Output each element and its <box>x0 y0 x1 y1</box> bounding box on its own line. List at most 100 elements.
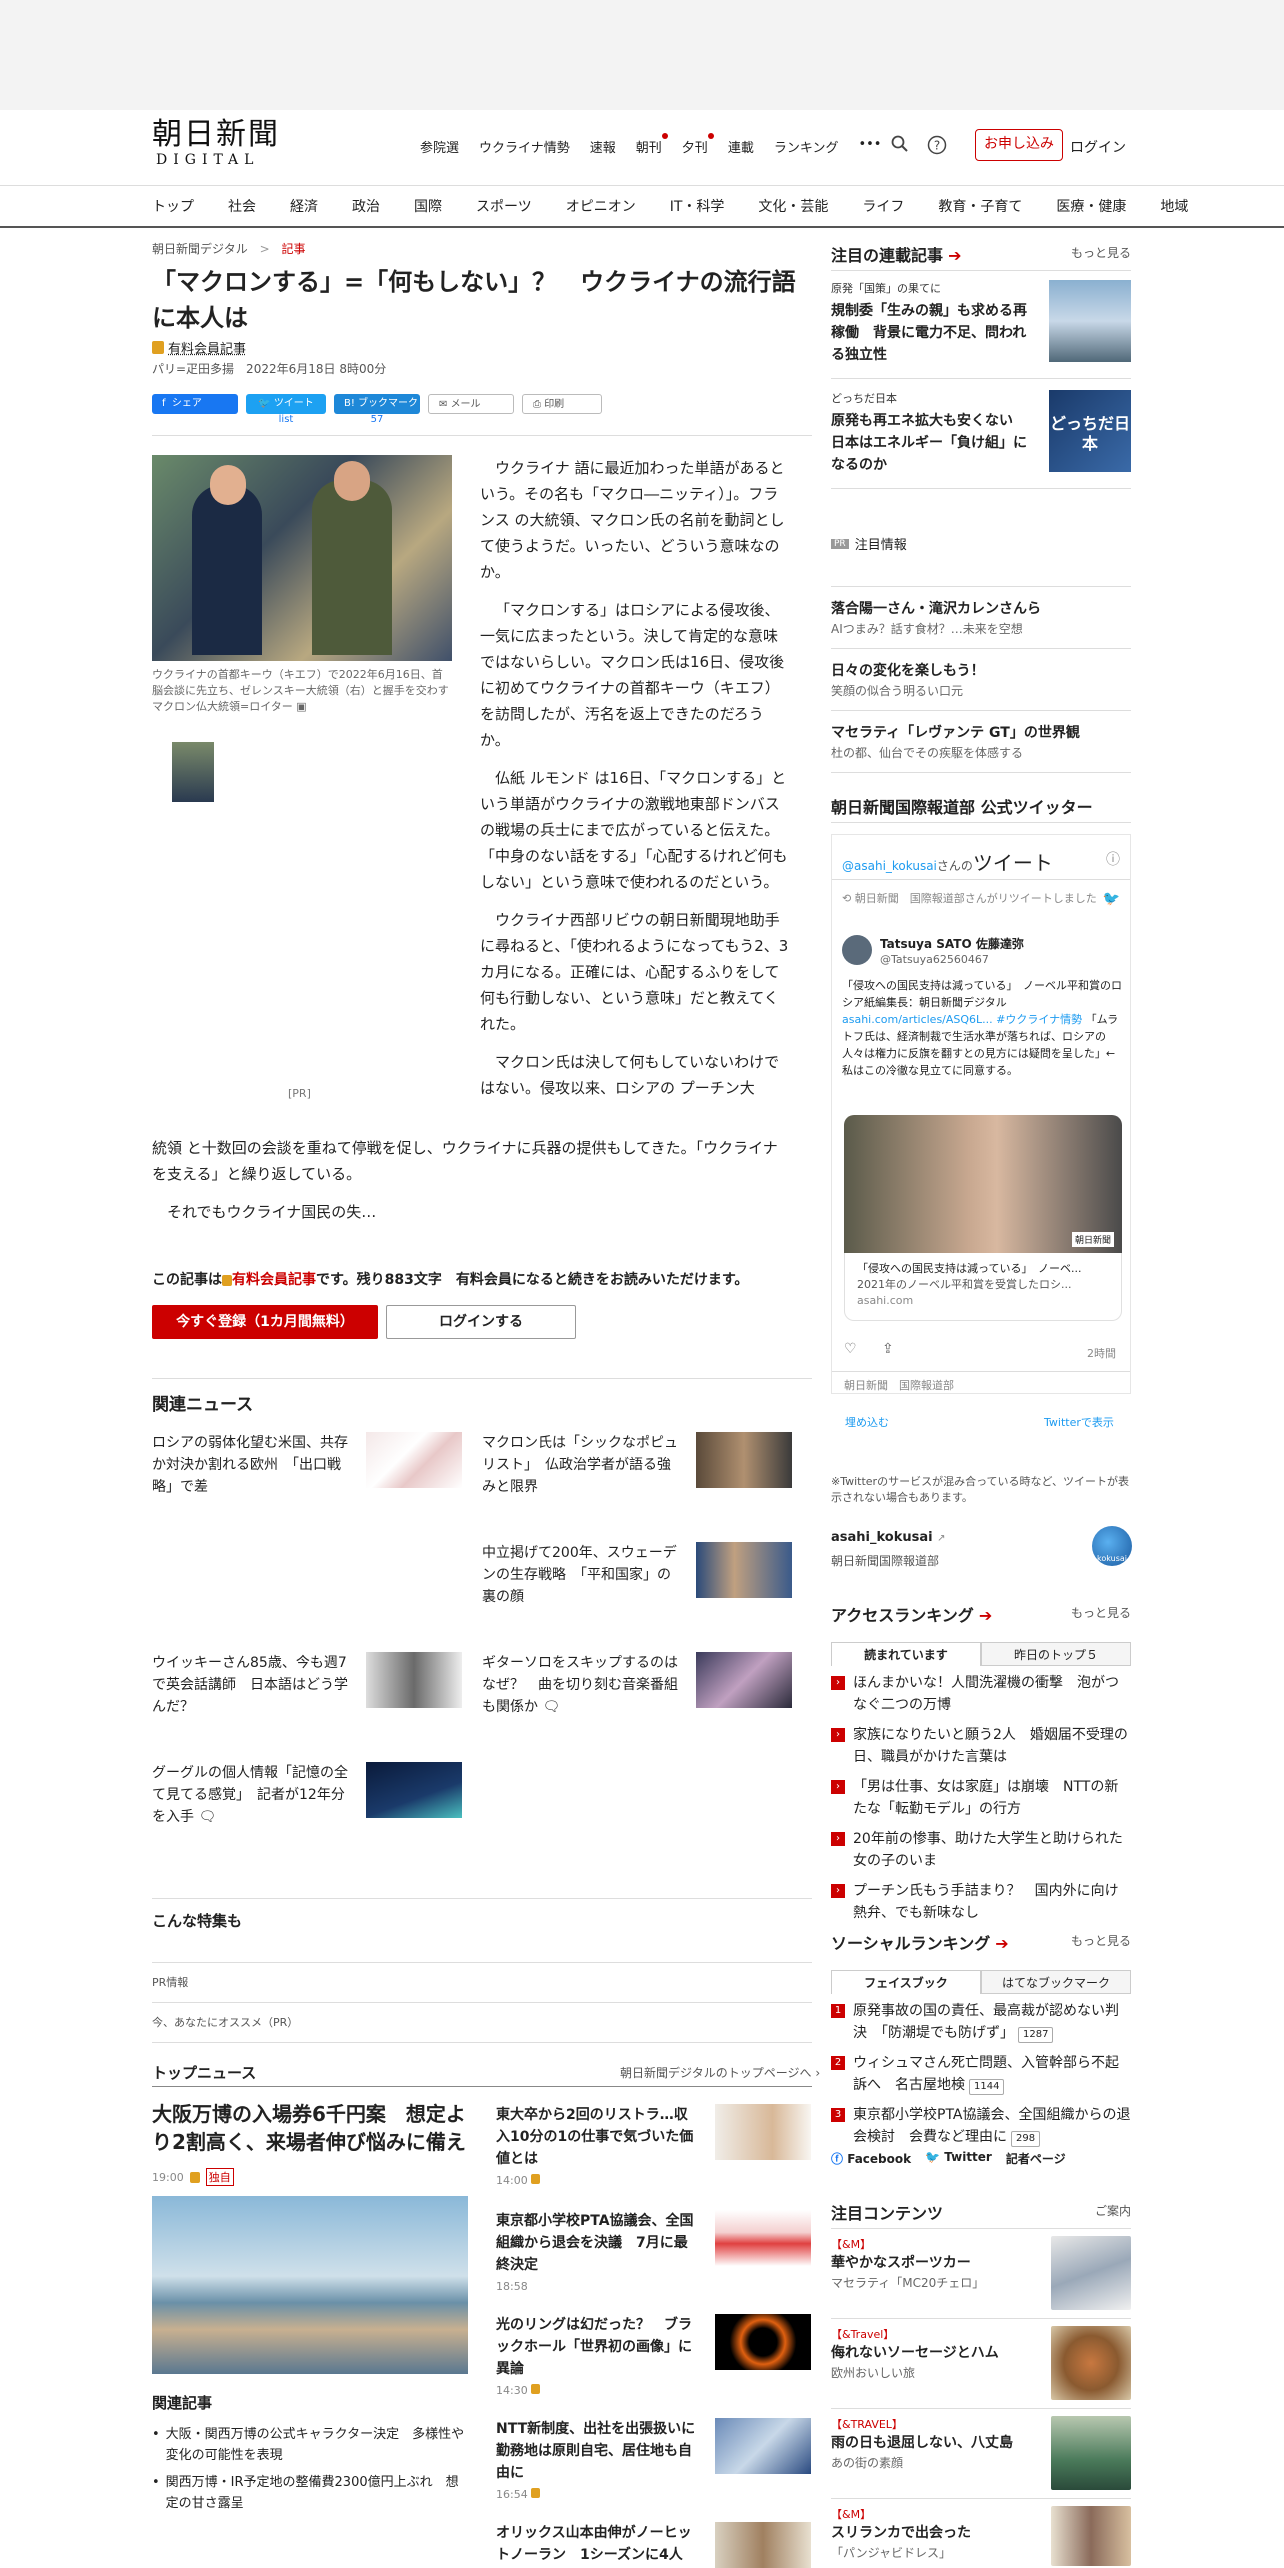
series-more-link[interactable]: もっと見る <box>1071 244 1131 261</box>
tab-yesterday[interactable]: 昨日のトップ５ <box>981 1642 1131 1666</box>
topnav-item[interactable]: 夕刊 <box>682 133 714 156</box>
photo-thumbnail[interactable] <box>172 742 214 802</box>
category-item[interactable]: 国際 <box>414 196 442 216</box>
mail-button[interactable]: ✉ メール <box>428 394 514 414</box>
tweet-author-name[interactable]: Tatsuya SATO 佐藤達弥 <box>880 935 1024 952</box>
facebook-share-button[interactable]: f シェア <box>152 394 238 414</box>
topnews-item[interactable]: 東大卒から2回のリストラ…収入10分の1の仕事で気づいた価値とは 14:00 <box>496 2104 811 2187</box>
pr-item[interactable]: 日々の変化を楽しもう！ 笑顔の似合う明るい口元 <box>831 660 1131 699</box>
paid-label-text[interactable]: 有料会員記事 <box>168 338 246 357</box>
pr-item[interactable]: マセラティ「レヴァンテ GT」の世界観 杜の都、仙台でその疾駆を体感する <box>831 722 1131 761</box>
tweet-link[interactable]: asahi.com/articles/ASQ6L... <box>842 1013 993 1026</box>
ranking-item[interactable]: 1 原発事故の国の責任、最高裁が認めない判決 「防潮堤でも防げず」 1287 <box>831 2000 1131 2044</box>
topnews-item[interactable]: NTT新制度、出社を出張扱いに 勤務地は原則自宅、居住地も自由に 16:54 <box>496 2418 811 2501</box>
kokusai-badge[interactable]: kokusai <box>1092 1526 1132 1566</box>
topnews-link[interactable]: 朝日新聞デジタルのトップページへ › <box>620 2064 820 2081</box>
category-item[interactable]: 経済 <box>290 196 318 216</box>
print-button[interactable]: ⎙ 印刷 <box>522 394 602 414</box>
content-item[interactable]: 【&M】 スリランカで出会った 「パンジャビドレス」 <box>831 2506 1131 2566</box>
tweet-count[interactable]: list <box>246 414 326 425</box>
topnews-item[interactable]: 東京都小学校PTA協議会、全国組織から退会を決議 7月に最終決定 18:58 <box>496 2210 811 2293</box>
topnews-item[interactable]: 光のリングは幻だった？ ブラックホール「世界初の画像」に異論 14:30 <box>496 2314 811 2397</box>
ranking-item[interactable]: › 「男は仕事、女は家庭」は崩壊 NTTの新たな「転勤モデル」の行方 <box>831 1776 1131 1820</box>
reporter-page-link[interactable]: 記者ページ <box>1006 2150 1066 2167</box>
access-ranking-heading[interactable]: アクセスランキング <box>831 1606 974 1625</box>
topnav-item[interactable]: ランキング <box>774 137 839 156</box>
avatar[interactable] <box>842 935 872 965</box>
tweet-button[interactable]: 🐦 ツイート <box>246 394 326 414</box>
category-item[interactable]: 教育・子育て <box>938 196 1022 216</box>
category-item[interactable]: ライフ <box>862 196 904 216</box>
category-item[interactable]: スポーツ <box>476 196 532 216</box>
register-button[interactable]: 今すぐ登録（1カ月間無料） <box>152 1305 378 1339</box>
search-icon[interactable] <box>889 135 911 157</box>
tweet-hashtag[interactable]: #ウクライナ情勢 <box>996 1013 1082 1026</box>
series-item[interactable]: どっちだ日本 原発も再エネ拡大も安くない 日本はエネルギー「負け組」になるのか … <box>831 390 1131 480</box>
twitter-link[interactable]: 🐦 Twitter <box>925 2150 992 2167</box>
related-item[interactable]: 中立掲げて200年、スウェーデンの生存戦略 「平和国家」の裏の顔 <box>482 1542 812 1622</box>
related-item[interactable]: グーグルの個人情報「記憶の全て見てる感覚」 記者が12年分を入手 🗨 <box>152 1762 482 1842</box>
series-item[interactable]: 原発「国策」の果てに 規制委「生みの親」も求める再稼働 背景に電力不足、問われる… <box>831 280 1131 370</box>
bookmark-button[interactable]: B! ブックマーク <box>334 394 420 414</box>
ranking-item[interactable]: 2 ウィシュマさん死亡問題、入管幹部ら不起訴へ 名古屋地検 1144 <box>831 2052 1131 2096</box>
tweet-time[interactable]: 2時間 <box>1087 1345 1116 1361</box>
view-on-twitter-link[interactable]: Twitterで表示 <box>1044 1414 1114 1430</box>
tweet-card-image[interactable]: 朝日新聞 <box>844 1115 1122 1253</box>
topnav-item[interactable]: 参院選 <box>420 137 459 156</box>
share-icon[interactable]: ⇪ <box>882 1341 894 1357</box>
login-button[interactable]: ログインする <box>386 1305 576 1339</box>
ranking-item[interactable]: › 20年前の惨事、助けた大学生と助けられた女の子のいま <box>831 1828 1131 1872</box>
paywall-link[interactable]: 有料会員記事 <box>232 1272 316 1288</box>
site-logo[interactable]: 朝日新聞 DIGITAL <box>152 118 292 178</box>
category-item[interactable]: トップ <box>152 196 194 216</box>
help-icon[interactable]: ? <box>926 135 948 157</box>
tab-facebook[interactable]: フェイスブック <box>831 1970 981 1994</box>
related-item[interactable]: マクロン氏は「シックなポピュリスト」 仏政治学者が語る強みと限界 <box>482 1432 812 1512</box>
related-item[interactable]: ギターソロをスキップするのはなぜ？ 曲を切り刻む音楽番組も関係か 🗨 <box>482 1652 812 1732</box>
tab-hatena[interactable]: はてなブックマーク <box>981 1970 1131 1994</box>
ranking-item[interactable]: › プーチン氏もう手詰まり？ 国内外に向け熱弁、でも新味なし <box>831 1880 1131 1924</box>
gallery-icon[interactable]: ▣ <box>296 700 306 713</box>
topnav-item[interactable]: 朝刊 <box>636 133 668 156</box>
twitter-handle[interactable]: @asahi_kokusai <box>842 859 937 873</box>
twitter-account-name[interactable]: asahi_kokusai ↗ <box>831 1530 1131 1545</box>
subscribe-button[interactable]: お申し込み <box>975 129 1063 161</box>
breadcrumb-current[interactable]: 記事 <box>281 242 305 256</box>
related-item[interactable]: ロシアの弱体化望む米国、共存か対決か割れる欧州 「出口戦略」で差 <box>152 1432 482 1512</box>
login-link[interactable]: ログイン <box>1070 137 1126 157</box>
access-more-link[interactable]: もっと見る <box>1071 1604 1131 1621</box>
pr-item[interactable]: 落合陽一さん・滝沢カレンさんら AIつまみ？話す食材？…未来を空想 <box>831 598 1131 637</box>
topnews-related-item[interactable]: • 関西万博・IR予定地の整備費2300億円上ぶれ 想定の甘さ露呈 <box>152 2472 468 2514</box>
category-item[interactable]: オピニオン <box>566 196 636 216</box>
category-item[interactable]: 文化・芸能 <box>758 196 828 216</box>
topnews-main-image[interactable] <box>152 2196 468 2374</box>
info-icon[interactable]: ⓘ <box>1106 849 1120 869</box>
breadcrumb-home[interactable]: 朝日新聞デジタル <box>152 242 248 256</box>
topnews-main-title[interactable]: 大阪万博の入場券6千円案 想定より2割高く、来場者伸び悩みに備え <box>152 2100 472 2156</box>
ranking-item[interactable]: › ほんまかいな！人間洗濯機の衝撃 泡がつなぐ二つの万博 <box>831 1672 1131 1716</box>
tweet-card[interactable]: 「侵攻への国民支持は減っている」 ノーベ... 2021年のノーベル平和賞を受賞… <box>844 1253 1122 1321</box>
bookmark-count[interactable]: 57 <box>334 414 420 425</box>
topnav-item[interactable]: ウクライナ情勢 <box>479 137 570 156</box>
topnews-item[interactable]: オリックス山本由伸がノーヒットノーラン 1シーズンに4人達 <box>496 2522 811 2568</box>
category-item[interactable]: 地域 <box>1160 196 1188 216</box>
topnav-item[interactable]: 速報 <box>590 137 616 156</box>
tweet-author-handle[interactable]: @Tatsuya62560467 <box>880 953 989 966</box>
category-item[interactable]: 政治 <box>352 196 380 216</box>
ranking-item[interactable]: › 家族になりたいと願う2人 婚姻届不受理の日、職員がかけた言葉は <box>831 1724 1131 1768</box>
topnav-item[interactable]: 連載 <box>728 137 754 156</box>
topnews-related-item[interactable]: • 大阪・関西万博の公式キャラクター決定 多様性や変化の可能性を表現 <box>152 2424 468 2466</box>
more-menu-button[interactable]: ••• <box>858 137 881 156</box>
like-icon[interactable]: ♡ <box>844 1341 857 1357</box>
related-item[interactable]: ウイッキーさん85歳、今も週7で英会話講師 日本語はどう学んだ？ <box>152 1652 482 1732</box>
category-item[interactable]: 医療・健康 <box>1056 196 1126 216</box>
article-photo[interactable] <box>152 455 452 661</box>
ranking-item[interactable]: 3 東京都小学校PTA協議会、全国組織からの退会検討 会費など理由に 298 <box>831 2104 1131 2148</box>
category-item[interactable]: IT・科学 <box>670 196 725 216</box>
facebook-link[interactable]: ⓕ Facebook <box>831 2150 911 2167</box>
content-item[interactable]: 【&Travel】 侮れないソーセージとハム 欧州おいしい旅 <box>831 2326 1131 2406</box>
embed-link[interactable]: 埋め込む <box>845 1414 889 1430</box>
series-heading[interactable]: 注目の連載記事 <box>831 246 943 265</box>
content-item[interactable]: 【&M】 華やかなスポーツカー マセラティ「MC20チェロ」 <box>831 2236 1131 2316</box>
social-ranking-heading[interactable]: ソーシャルランキング <box>831 1934 990 1953</box>
